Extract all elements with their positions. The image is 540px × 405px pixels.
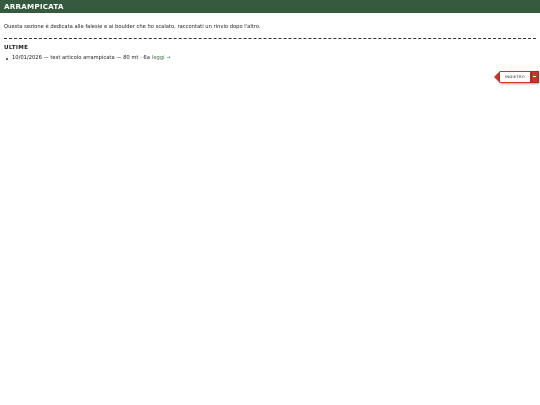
back-tab-icon <box>531 71 539 83</box>
dashed-divider <box>4 38 536 39</box>
header-bar: ARRAMPICATA <box>0 0 540 13</box>
page-title: ARRAMPICATA <box>4 2 64 11</box>
bullet-icon <box>6 57 8 60</box>
intro-text: Questa sezione è dedicata alle falesie e… <box>4 24 261 30</box>
back-button[interactable]: INDIETRO <box>500 71 531 83</box>
latest-list: 10/01/2026 — test articolo arrampicata —… <box>4 55 540 62</box>
list-item-text: 10/01/2026 — test articolo arrampicata —… <box>12 55 150 61</box>
list-item: 10/01/2026 — test articolo arrampicata —… <box>4 55 540 62</box>
read-link[interactable]: leggi → <box>152 55 171 62</box>
latest-heading: ULTIME <box>4 45 29 51</box>
back-control[interactable]: INDIETRO <box>494 71 539 83</box>
